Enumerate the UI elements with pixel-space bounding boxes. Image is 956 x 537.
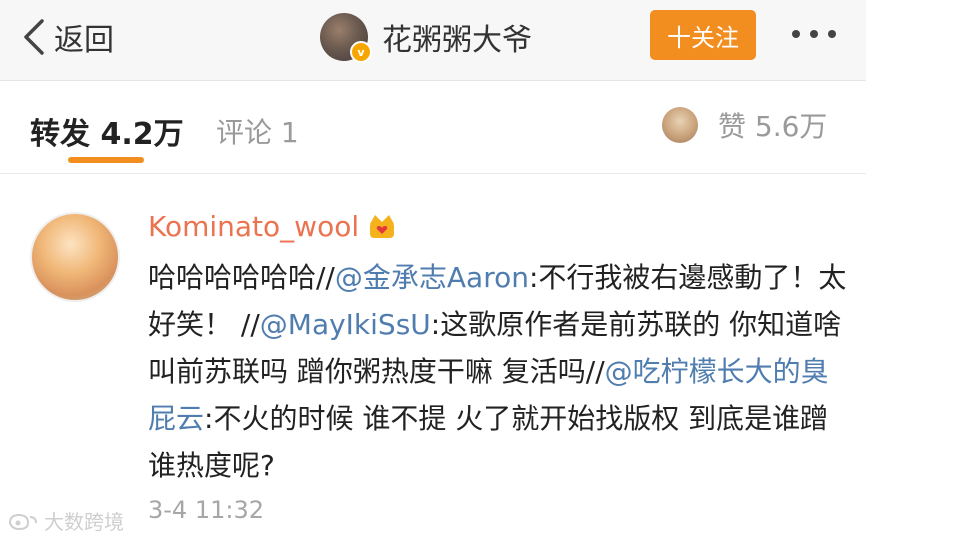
back-label: 返回 — [54, 23, 114, 58]
top-bar: 返回 v 花粥粥大爷 十关注 — [0, 0, 866, 81]
tab-repost-label: 转发 4.2万 — [30, 117, 184, 152]
right-gutter — [866, 0, 956, 537]
watermark: 大数跨境 — [6, 506, 124, 535]
avatar[interactable]: v — [320, 13, 372, 63]
post-content: 哈哈哈哈哈哈//@金承志Aaron:不行我被右邊感動了！太好笑！ //@MayI… — [148, 254, 848, 489]
liker-avatar — [662, 107, 698, 143]
tab-comment[interactable]: 评论 1 — [216, 111, 299, 151]
more-menu-icon[interactable] — [792, 30, 836, 38]
page-title: 花粥粥大爷 — [382, 23, 532, 58]
mention-link[interactable]: @MayIkiSsU — [260, 308, 431, 341]
timestamp: 3-4 11:32 — [148, 496, 264, 524]
tab-bar: 转发 4.2万 评论 1 赞 5.6万 — [0, 81, 866, 174]
author-row: Kominato_wool — [148, 210, 397, 243]
verified-badge-icon: v — [350, 41, 372, 63]
watermark-logo-icon — [8, 513, 37, 530]
follow-button[interactable]: 十关注 — [650, 10, 756, 60]
crown-badge-icon — [370, 214, 395, 238]
back-button[interactable]: 返回 — [22, 14, 114, 60]
post-text: 哈哈哈哈哈哈// — [148, 261, 335, 294]
profile-title[interactable]: v 花粥粥大爷 — [320, 10, 532, 64]
tab-repost[interactable]: 转发 4.2万 — [30, 109, 184, 163]
author-avatar[interactable] — [30, 212, 120, 302]
post-text: :不火的时候 谁不提 火了就开始找版权 到底是谁蹭谁热度呢? — [148, 402, 829, 482]
tab-likes[interactable]: 赞 5.6万 — [662, 105, 827, 145]
repost-item: Kominato_wool 哈哈哈哈哈哈//@金承志Aaron:不行我被右邊感動… — [0, 174, 866, 537]
author-name[interactable]: Kominato_wool — [148, 210, 359, 243]
tab-likes-label: 赞 5.6万 — [718, 110, 828, 143]
watermark-text: 大数跨境 — [44, 510, 124, 534]
active-tab-indicator — [68, 157, 144, 163]
chevron-left-icon — [24, 19, 44, 55]
mention-link[interactable]: @金承志Aaron — [335, 261, 529, 294]
weibo-repost-panel: 返回 v 花粥粥大爷 十关注 转发 4.2万 评论 1 赞 5.6万 Komin… — [0, 0, 866, 537]
